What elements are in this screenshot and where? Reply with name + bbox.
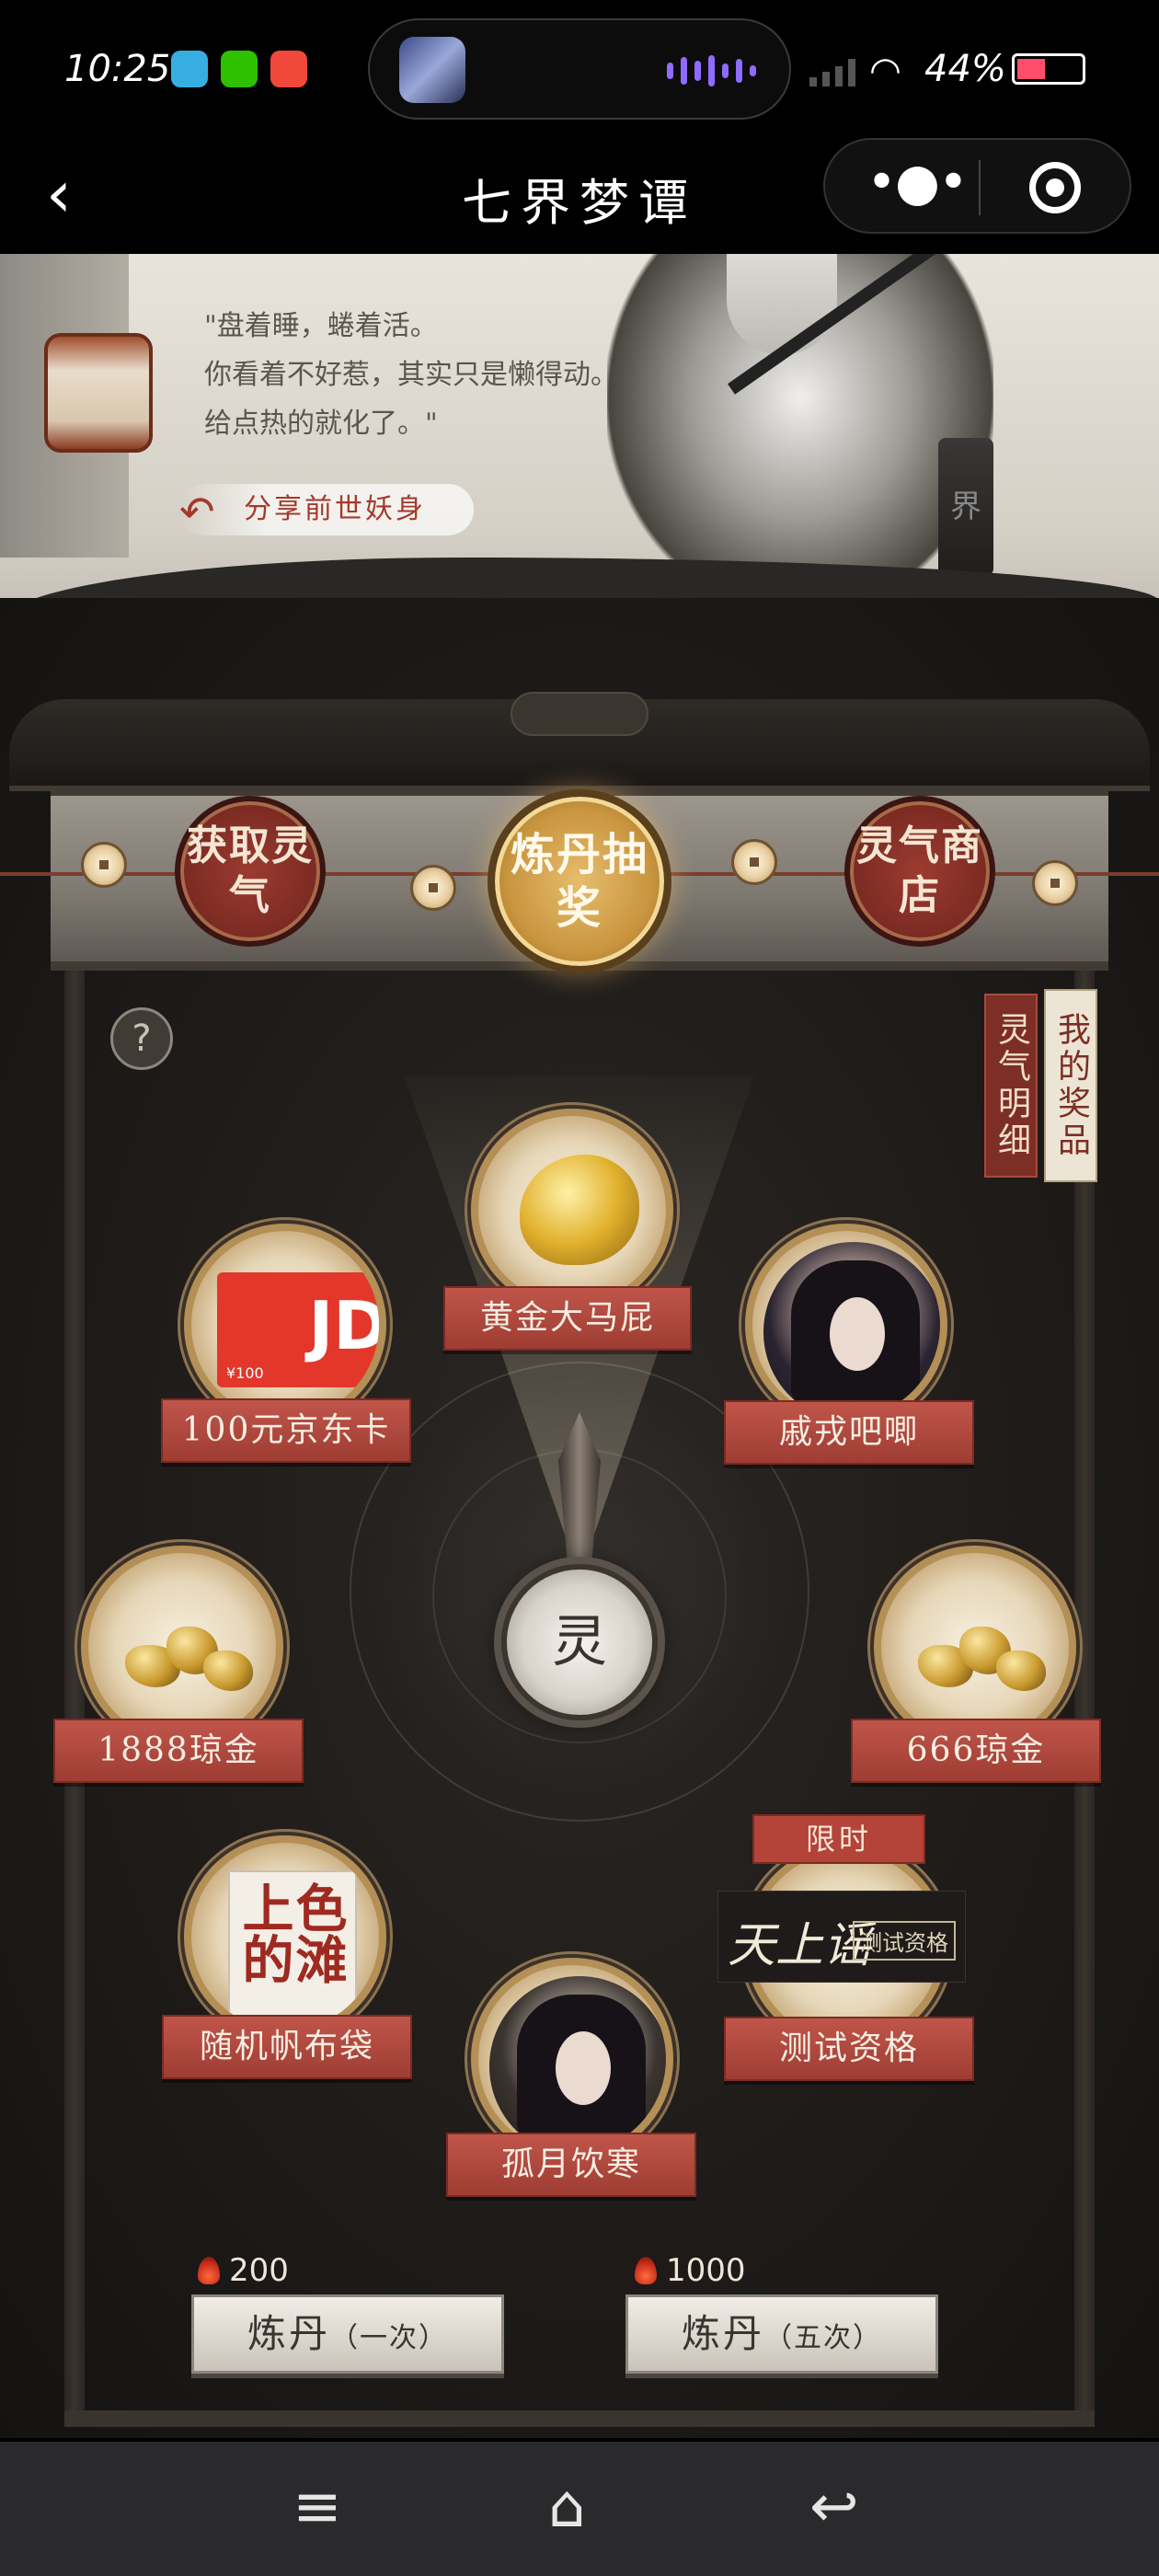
portrait-face [556,2031,611,2105]
gold-ingot-icon [520,1155,639,1265]
home-icon[interactable]: ⌂ [548,2473,586,2541]
five-cost: 1000 [635,2252,746,2289]
tab-alchemy-lottery[interactable]: 炼丹抽奖 [488,789,671,973]
single-cost-value: 200 [229,2252,289,2289]
wheel-hub[interactable]: 灵 [501,1564,658,1720]
tab-get-spirit[interactable]: 获取灵气 [175,796,326,947]
flame-icon [635,2257,657,2284]
prize-label: 1888琼金 [53,1719,304,1783]
bag-art-text: 色滩上的 [234,1881,348,1984]
single-cost: 200 [198,2252,289,2289]
gold-nugget-icon [116,1617,263,1700]
coin-icon [81,842,127,888]
prize-medal-jd-card: JD ¥100 [184,1224,386,1426]
prize-label: 666琼金 [851,1719,1101,1783]
capsule-divider [979,160,981,215]
test-card-badge: 测试资格 [853,1921,956,1961]
draw-once-suffix: （一次） [330,2322,448,2354]
help-icon[interactable]: ? [110,1007,173,1070]
audio-wave-icon [667,55,756,86]
prize-medal-666-gold [874,1546,1076,1748]
prize-medal-canvas-bag: 色滩上的 [184,1835,386,2038]
prize-label: 测试资格 [724,2017,974,2081]
test-card-icon: 天上谣 测试资格 [717,1891,966,1983]
prize-label: 黄金大马屁 [443,1286,692,1351]
battery-percent: 44% [924,48,1006,90]
prize-medal-1888-gold [81,1546,283,1748]
frame-pillar-right [1074,971,1095,2424]
frame-base [64,2410,1095,2427]
canvas-bag-icon: 色滩上的 [228,1870,357,2030]
share-label: 分享前世妖身 [244,493,426,525]
prize-label: 100元京东卡 [161,1398,411,1463]
app-icon [270,51,307,87]
nav-bar: ‹ 七界梦谭 •●• [0,138,1159,254]
tab-spirit-shop[interactable]: 灵气商店 [844,796,995,947]
telegram-icon [171,51,208,87]
frame-pillar-left [64,971,85,2424]
draw-five-suffix: （五次） [764,2322,882,2354]
share-button[interactable]: ↶ 分享前世妖身 [179,484,474,536]
portrait-face [830,1297,885,1371]
spirit-detail-tab[interactable]: 灵气明细 [984,994,1038,1178]
menu-icon[interactable]: ≡ [293,2473,342,2541]
five-cost-value: 1000 [666,2252,746,2289]
coin-icon [410,865,456,911]
app-avatar [399,37,465,103]
coin-icon [731,839,777,885]
signal-icon [809,57,855,86]
draw-once-label: 炼丹 [247,2311,330,2356]
draw-once-button[interactable]: 炼丹（一次） [191,2294,504,2374]
system-nav-bar: ≡ ⌂ ↩ [0,2442,1159,2576]
more-icon[interactable]: •●• [866,153,969,213]
wechat-icon [221,51,258,87]
gold-nugget-icon [909,1617,1056,1700]
test-card-title: 天上谣 [728,1918,872,1973]
status-bar: 10:25 ◠ 44% [0,0,1159,138]
prize-label: 戚戎吧唧 [724,1400,974,1465]
dynamic-island[interactable] [368,18,791,120]
back-nav-icon[interactable]: ↩ [809,2473,859,2541]
prize-label: 随机帆布袋 [162,2015,412,2079]
prize-medal-guyue [471,1958,673,2160]
my-prizes-tab[interactable]: 我的奖品 [1044,989,1097,1182]
hanging-tag: 界 [938,438,993,576]
flame-icon [198,2257,220,2284]
draw-five-button[interactable]: 炼丹（五次） [625,2294,938,2374]
coin-icon [1032,860,1078,906]
jd-amount: ¥100 [226,1364,264,1382]
lantern-icon [44,333,153,453]
battery-icon [1012,53,1085,85]
prize-medal-qiyu [745,1224,947,1426]
status-time: 10:25 [64,48,171,90]
close-icon[interactable] [1029,162,1081,213]
limited-badge: 限时 [752,1814,925,1864]
wifi-icon: ◠ [869,50,901,92]
prize-medal-gold-horse [471,1109,673,1311]
portrait-icon [489,1976,666,2153]
jd-logo: JD [308,1287,386,1364]
jd-card-icon: JD ¥100 [217,1272,386,1387]
character-banner: "盘着睡，蜷着活。 你看着不好惹，其实只是懒得动。 给点热的就化了。" ↶ 分享… [0,254,1159,650]
share-arrow-icon: ↶ [179,487,218,536]
roof-ornament [511,692,648,736]
draw-five-label: 炼丹 [681,2311,764,2356]
portrait-icon [763,1242,940,1419]
miniprogram-capsule: •●• [823,138,1131,234]
prize-label: 孤月饮寒 [446,2133,696,2197]
